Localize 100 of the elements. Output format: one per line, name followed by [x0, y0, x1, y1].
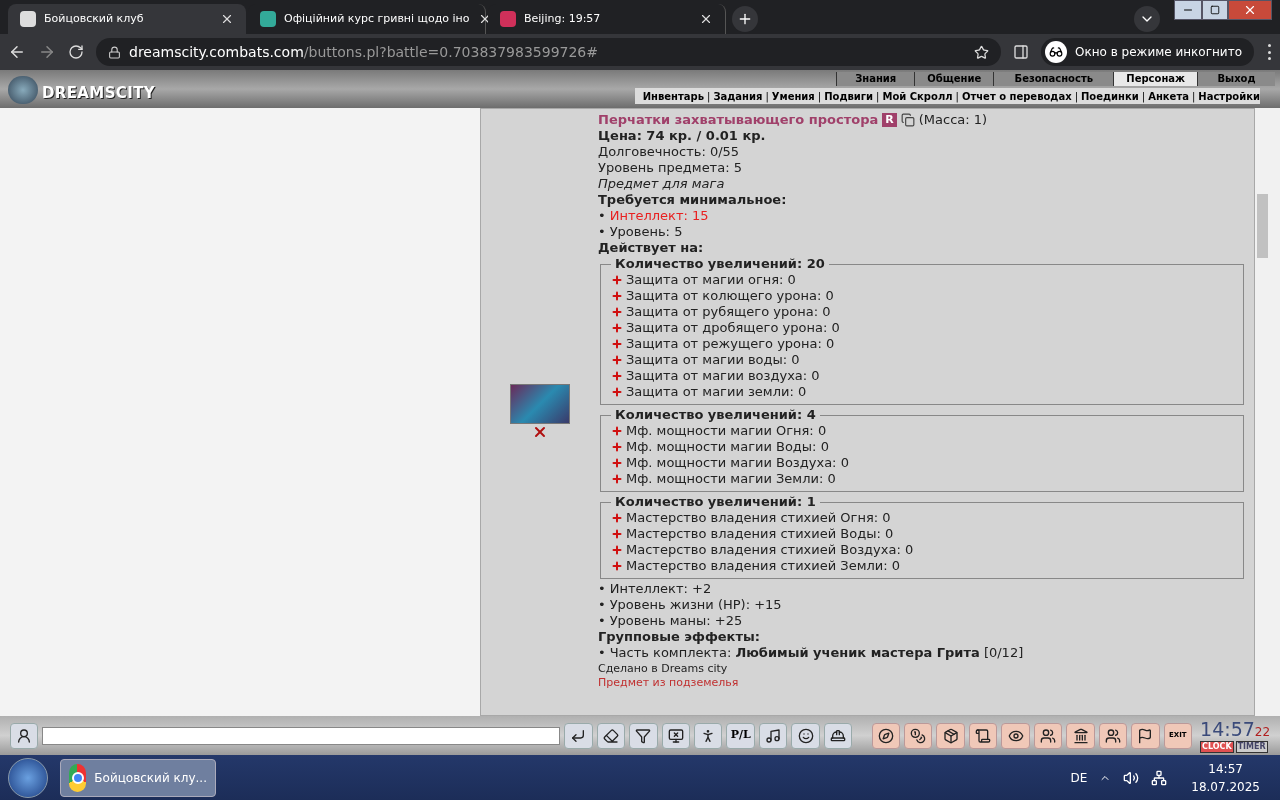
lock-icon[interactable] [108, 45, 121, 59]
plus-icon[interactable] [611, 425, 623, 437]
plus-icon[interactable] [611, 457, 623, 469]
submenu-link[interactable]: Поединки [1081, 88, 1139, 104]
incognito-icon [1045, 41, 1068, 63]
submenu-link[interactable]: Настройки [1198, 88, 1260, 104]
logo-emblem-icon [8, 76, 38, 104]
menu-separator: | [817, 89, 822, 104]
monitor-icon[interactable] [661, 722, 690, 749]
effect-text: Мастерство владения стихией Воды: 0 [626, 526, 894, 542]
group-legend: Количество увеличений: 1 [611, 494, 820, 510]
menu-separator: | [707, 89, 711, 104]
menu-separator: | [876, 89, 880, 104]
plus-icon[interactable] [611, 338, 623, 350]
menu-separator: | [1191, 89, 1196, 104]
reload-icon[interactable] [68, 44, 84, 60]
bullet: • [598, 645, 606, 661]
submenu-link[interactable]: Отчет о переводах [961, 88, 1072, 104]
submenu-link[interactable]: Анкета [1148, 88, 1189, 104]
copy-icon[interactable] [900, 113, 915, 127]
plus-icon[interactable] [611, 386, 623, 398]
plus-icon[interactable] [611, 354, 623, 366]
people-icon[interactable] [1033, 722, 1063, 749]
effect-text: Защита от магии воды: 0 [626, 352, 800, 368]
minimize-button[interactable] [1174, 0, 1202, 20]
menu-icon[interactable] [1266, 44, 1272, 60]
enter-icon[interactable] [564, 722, 593, 749]
side-panel-icon[interactable] [1013, 44, 1030, 60]
requirement-text: Уровень: 5 [609, 224, 683, 240]
address-bar[interactable]: dreamscity.combats.com/buttons.pl?battle=0.703837983599726# [96, 38, 1002, 66]
filter-icon[interactable] [629, 722, 658, 749]
plus-icon[interactable] [611, 512, 623, 524]
plus-icon[interactable] [611, 473, 623, 485]
top-menu-tab[interactable]: Знания [836, 72, 915, 86]
favicon-icon [260, 11, 276, 27]
browser-tab[interactable]: Бойцовский клуб [8, 4, 246, 34]
submenu-link[interactable]: Мой Скролл [882, 88, 953, 104]
forward-icon[interactable] [38, 43, 56, 61]
music-note-icon[interactable] [758, 722, 788, 749]
maximize-button[interactable] [1202, 0, 1228, 20]
volume-icon[interactable] [1123, 769, 1140, 786]
close-icon[interactable] [220, 12, 234, 26]
plus-icon[interactable] [611, 441, 623, 453]
submenu-link[interactable]: Умения [771, 88, 815, 104]
submenu-link[interactable]: Задания [713, 88, 763, 104]
effect-text: Мф. мощности магии Воздуха: 0 [626, 455, 849, 471]
taskbar-app[interactable]: Бойцовский клу... [60, 758, 216, 797]
browser-tab[interactable]: Beijing: 19:57 [488, 4, 726, 34]
submenu-link[interactable]: Инвентарь [642, 88, 704, 104]
helmet-icon[interactable] [823, 722, 853, 749]
rarity-badge: R [882, 113, 897, 127]
plus-icon[interactable] [611, 306, 623, 318]
incognito-label: Окно в режиме инкогнито [1075, 44, 1242, 61]
effect-text: Мастерство владения стихией Огня: 0 [626, 510, 891, 526]
language-indicator[interactable]: DE [1070, 768, 1088, 787]
plus-icon [737, 11, 753, 27]
close-icon[interactable] [699, 12, 713, 26]
new-tab-button[interactable] [732, 6, 758, 32]
chest-icon[interactable] [936, 722, 965, 749]
flag-icon[interactable] [1131, 722, 1160, 749]
start-button[interactable] [8, 757, 48, 798]
item-name[interactable]: Перчатки захватывающего простора [598, 112, 879, 128]
group-icon[interactable] [1098, 722, 1128, 749]
url-text[interactable]: dreamscity.combats.com/buttons.pl?battle=0.703837983599726# [129, 41, 598, 63]
scroll-icon[interactable] [968, 722, 998, 749]
group-legend: Количество увеличений: 4 [611, 407, 820, 423]
bookmark-star-icon[interactable] [974, 44, 990, 60]
taskbar-app-title: Бойцовский клу... [94, 769, 207, 787]
plus-icon[interactable] [611, 322, 623, 334]
group-legend: Количество увеличений: 20 [611, 256, 829, 272]
top-menu-tab[interactable]: Выход [1197, 72, 1275, 86]
back-icon[interactable] [8, 43, 26, 61]
plus-icon[interactable] [611, 544, 623, 556]
top-menu-tab[interactable]: Безопасность [993, 72, 1114, 86]
clock-tab[interactable]: CLOCK [1200, 740, 1234, 753]
maximize-icon [1210, 5, 1220, 15]
plus-icon[interactable] [611, 560, 623, 572]
timer-tab[interactable]: TIMER [1235, 740, 1268, 753]
bonus-text: Интеллект: +2 [609, 581, 712, 597]
plus-icon[interactable] [611, 274, 623, 286]
taskbar-time: 14:57 [1208, 760, 1243, 778]
pl-button[interactable]: P/L [726, 722, 755, 749]
network-icon[interactable] [1151, 769, 1168, 786]
plus-icon[interactable] [611, 290, 623, 302]
photo-placeholder [509, 384, 570, 424]
top-menu-tab[interactable]: Общение [914, 72, 994, 86]
plus-icon[interactable] [611, 370, 623, 382]
top-menu-tab[interactable]: Персонаж [1113, 72, 1197, 86]
close-button[interactable] [1228, 0, 1272, 20]
tab-search-button[interactable] [1134, 6, 1160, 32]
plus-icon[interactable] [611, 528, 623, 540]
chat-input[interactable] [42, 726, 561, 745]
compass-icon[interactable] [871, 722, 900, 749]
smiley-icon[interactable] [791, 722, 820, 749]
incognito-badge[interactable]: Окно в режиме инкогнито [1041, 38, 1254, 66]
eraser-icon[interactable] [596, 722, 626, 749]
item-price: Цена: 74 кр. / 0.01 кр. [598, 128, 767, 144]
submenu-link[interactable]: Подвиги [824, 88, 874, 104]
item-mass: (Масса: 1) [918, 112, 988, 128]
effect-text: Мф. мощности магии Земли: 0 [626, 471, 836, 487]
